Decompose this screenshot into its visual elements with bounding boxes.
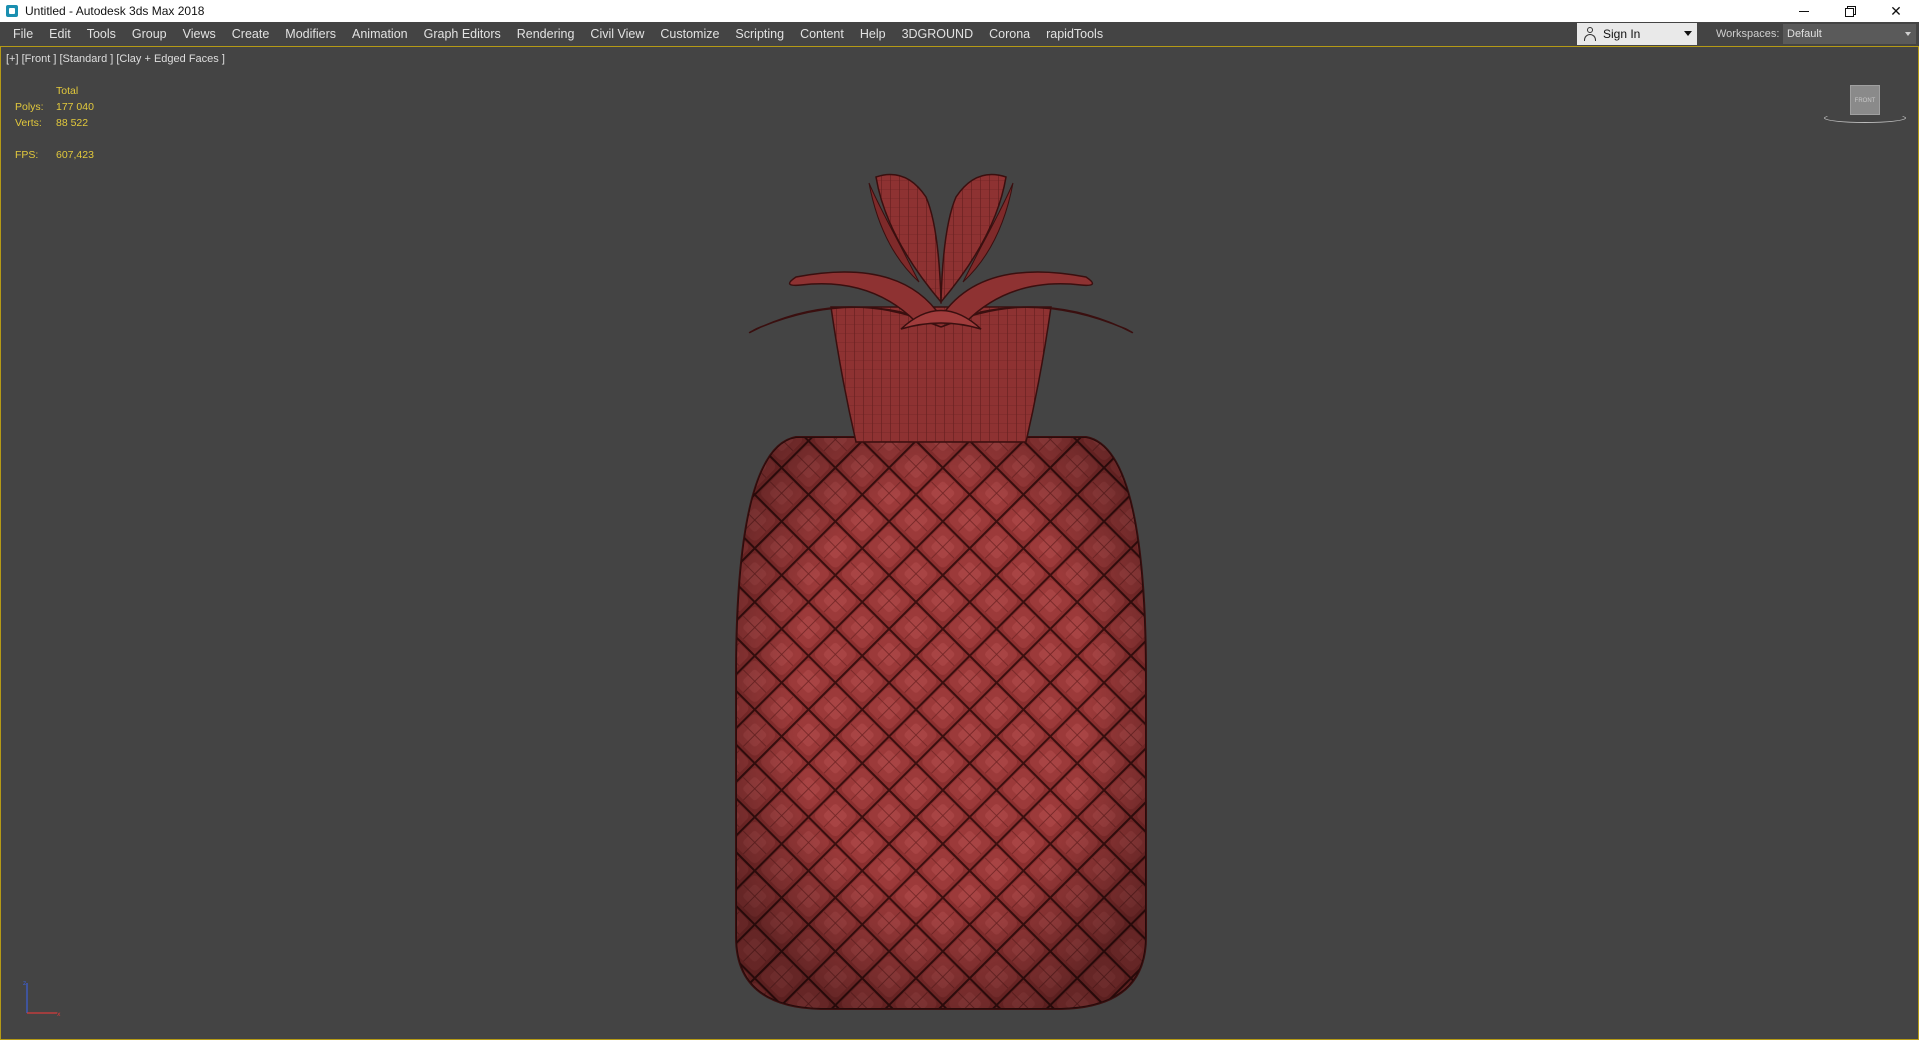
- restore-icon: [1845, 6, 1856, 17]
- workspaces-dropdown[interactable]: Default: [1783, 24, 1916, 44]
- menu-rapidtools[interactable]: rapidTools: [1038, 22, 1111, 46]
- sign-in-button[interactable]: Sign In: [1577, 23, 1697, 45]
- workspaces-selected: Default: [1787, 28, 1822, 40]
- front-viewport[interactable]: [+] [Front ] [Standard ] [Clay + Edged F…: [0, 46, 1919, 1040]
- chevron-down-icon: [1905, 32, 1911, 36]
- minimize-button[interactable]: [1781, 0, 1827, 22]
- menu-corona[interactable]: Corona: [981, 22, 1038, 46]
- menu-civil-view[interactable]: Civil View: [582, 22, 652, 46]
- svg-text:z: z: [23, 980, 26, 987]
- view-cube[interactable]: FRONT: [1824, 85, 1908, 133]
- restore-button[interactable]: [1827, 0, 1873, 22]
- menu-items: File Edit Tools Group Views Create Modifiers An…: [0, 22, 1111, 46]
- menu-views[interactable]: Views: [175, 22, 224, 46]
- polys-value: 177 040: [56, 101, 94, 113]
- fps-label: FPS:: [15, 149, 39, 161]
- axis-tripod-icon: z x: [23, 980, 61, 1018]
- menu-help[interactable]: Help: [852, 22, 894, 46]
- svg-text:x: x: [57, 1011, 61, 1018]
- menu-file[interactable]: File: [5, 22, 41, 46]
- chevron-down-icon: [1684, 31, 1692, 36]
- menu-modifiers[interactable]: Modifiers: [277, 22, 344, 46]
- viewcube-front-face[interactable]: FRONT: [1850, 85, 1880, 115]
- menu-group[interactable]: Group: [124, 22, 175, 46]
- user-icon: [1583, 27, 1597, 41]
- app-icon: [5, 4, 19, 18]
- menu-create[interactable]: Create: [224, 22, 278, 46]
- window-controls: ✕: [1781, 0, 1919, 22]
- window-title: Untitled - Autodesk 3ds Max 2018: [25, 4, 205, 18]
- viewport-statistics: Total Polys: 177 040 Verts: 88 522 FPS: 607…: [15, 83, 94, 163]
- menu-content[interactable]: Content: [792, 22, 852, 46]
- menu-scripting[interactable]: Scripting: [727, 22, 792, 46]
- menu-animation[interactable]: Animation: [344, 22, 416, 46]
- workspaces-label: Workspaces:: [1716, 28, 1780, 40]
- minimize-icon: [1799, 10, 1809, 12]
- sign-in-label: Sign In: [1603, 27, 1641, 41]
- title-bar: Untitled - Autodesk 3ds Max 2018 ✕: [0, 0, 1919, 22]
- close-icon: ✕: [1890, 2, 1902, 19]
- menu-customize[interactable]: Customize: [652, 22, 727, 46]
- close-button[interactable]: ✕: [1873, 0, 1919, 22]
- pineapple-model[interactable]: [701, 117, 1181, 1017]
- menu-tools[interactable]: Tools: [79, 22, 124, 46]
- menu-3dground[interactable]: 3DGROUND: [894, 22, 982, 46]
- menu-rendering[interactable]: Rendering: [509, 22, 583, 46]
- menu-graph-editors[interactable]: Graph Editors: [416, 22, 509, 46]
- viewport-label-menu[interactable]: [+] [Front ] [Standard ] [Clay + Edged F…: [6, 53, 225, 65]
- fps-value: 607,423: [56, 149, 94, 161]
- polys-label: Polys:: [15, 101, 44, 113]
- verts-label: Verts:: [15, 117, 42, 129]
- verts-value: 88 522: [56, 117, 89, 129]
- viewcube-ring[interactable]: [1824, 113, 1906, 123]
- menu-bar: File Edit Tools Group Views Create Modifiers An…: [0, 22, 1919, 46]
- menu-edit[interactable]: Edit: [41, 22, 79, 46]
- stats-header: Total: [56, 85, 79, 97]
